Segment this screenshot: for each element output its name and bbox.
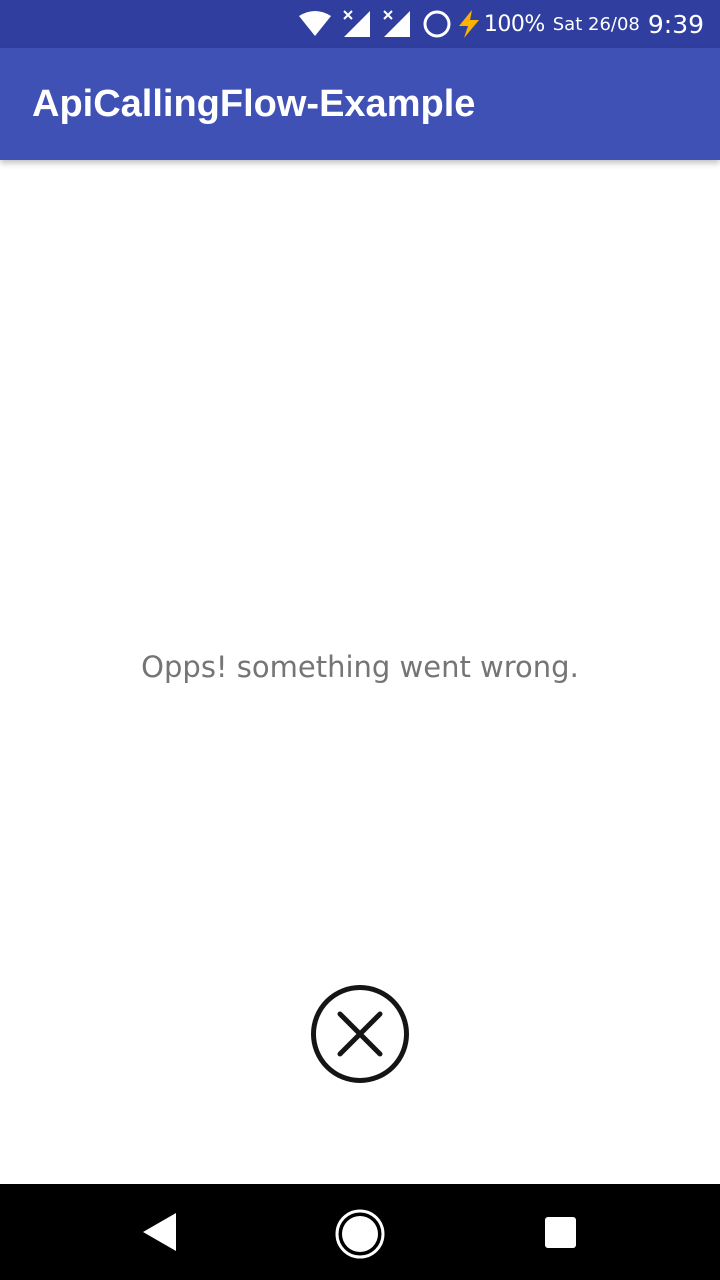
app-bar: ApiCallingFlow-Example xyxy=(0,48,720,160)
do-not-disturb-icon xyxy=(422,9,452,39)
battery-percentage: 100% xyxy=(483,11,545,37)
status-bar: 100% Sat 26/08 9:39 xyxy=(0,0,720,48)
main-content: Opps! something went wrong. xyxy=(0,160,720,1184)
signal-no-sim-icon xyxy=(342,9,372,39)
back-icon xyxy=(138,1213,182,1258)
status-icons: 100% Sat 26/08 9:39 xyxy=(298,0,704,48)
close-button[interactable] xyxy=(310,984,410,1084)
app-title: ApiCallingFlow-Example xyxy=(32,82,476,125)
recents-button[interactable] xyxy=(544,1216,577,1249)
navigation-bar xyxy=(0,1184,720,1280)
recents-icon xyxy=(544,1217,577,1253)
status-time: 9:39 xyxy=(647,9,704,39)
charging-bolt-icon xyxy=(456,9,482,39)
signal-no-sim-icon xyxy=(382,9,412,39)
home-button[interactable] xyxy=(334,1208,386,1260)
back-button[interactable] xyxy=(138,1210,182,1254)
status-date: Sat 26/08 xyxy=(552,13,640,35)
error-message: Opps! something went wrong. xyxy=(141,650,579,684)
wifi-icon xyxy=(298,10,332,38)
home-icon xyxy=(334,1209,386,1264)
close-circle-icon xyxy=(310,985,410,1088)
